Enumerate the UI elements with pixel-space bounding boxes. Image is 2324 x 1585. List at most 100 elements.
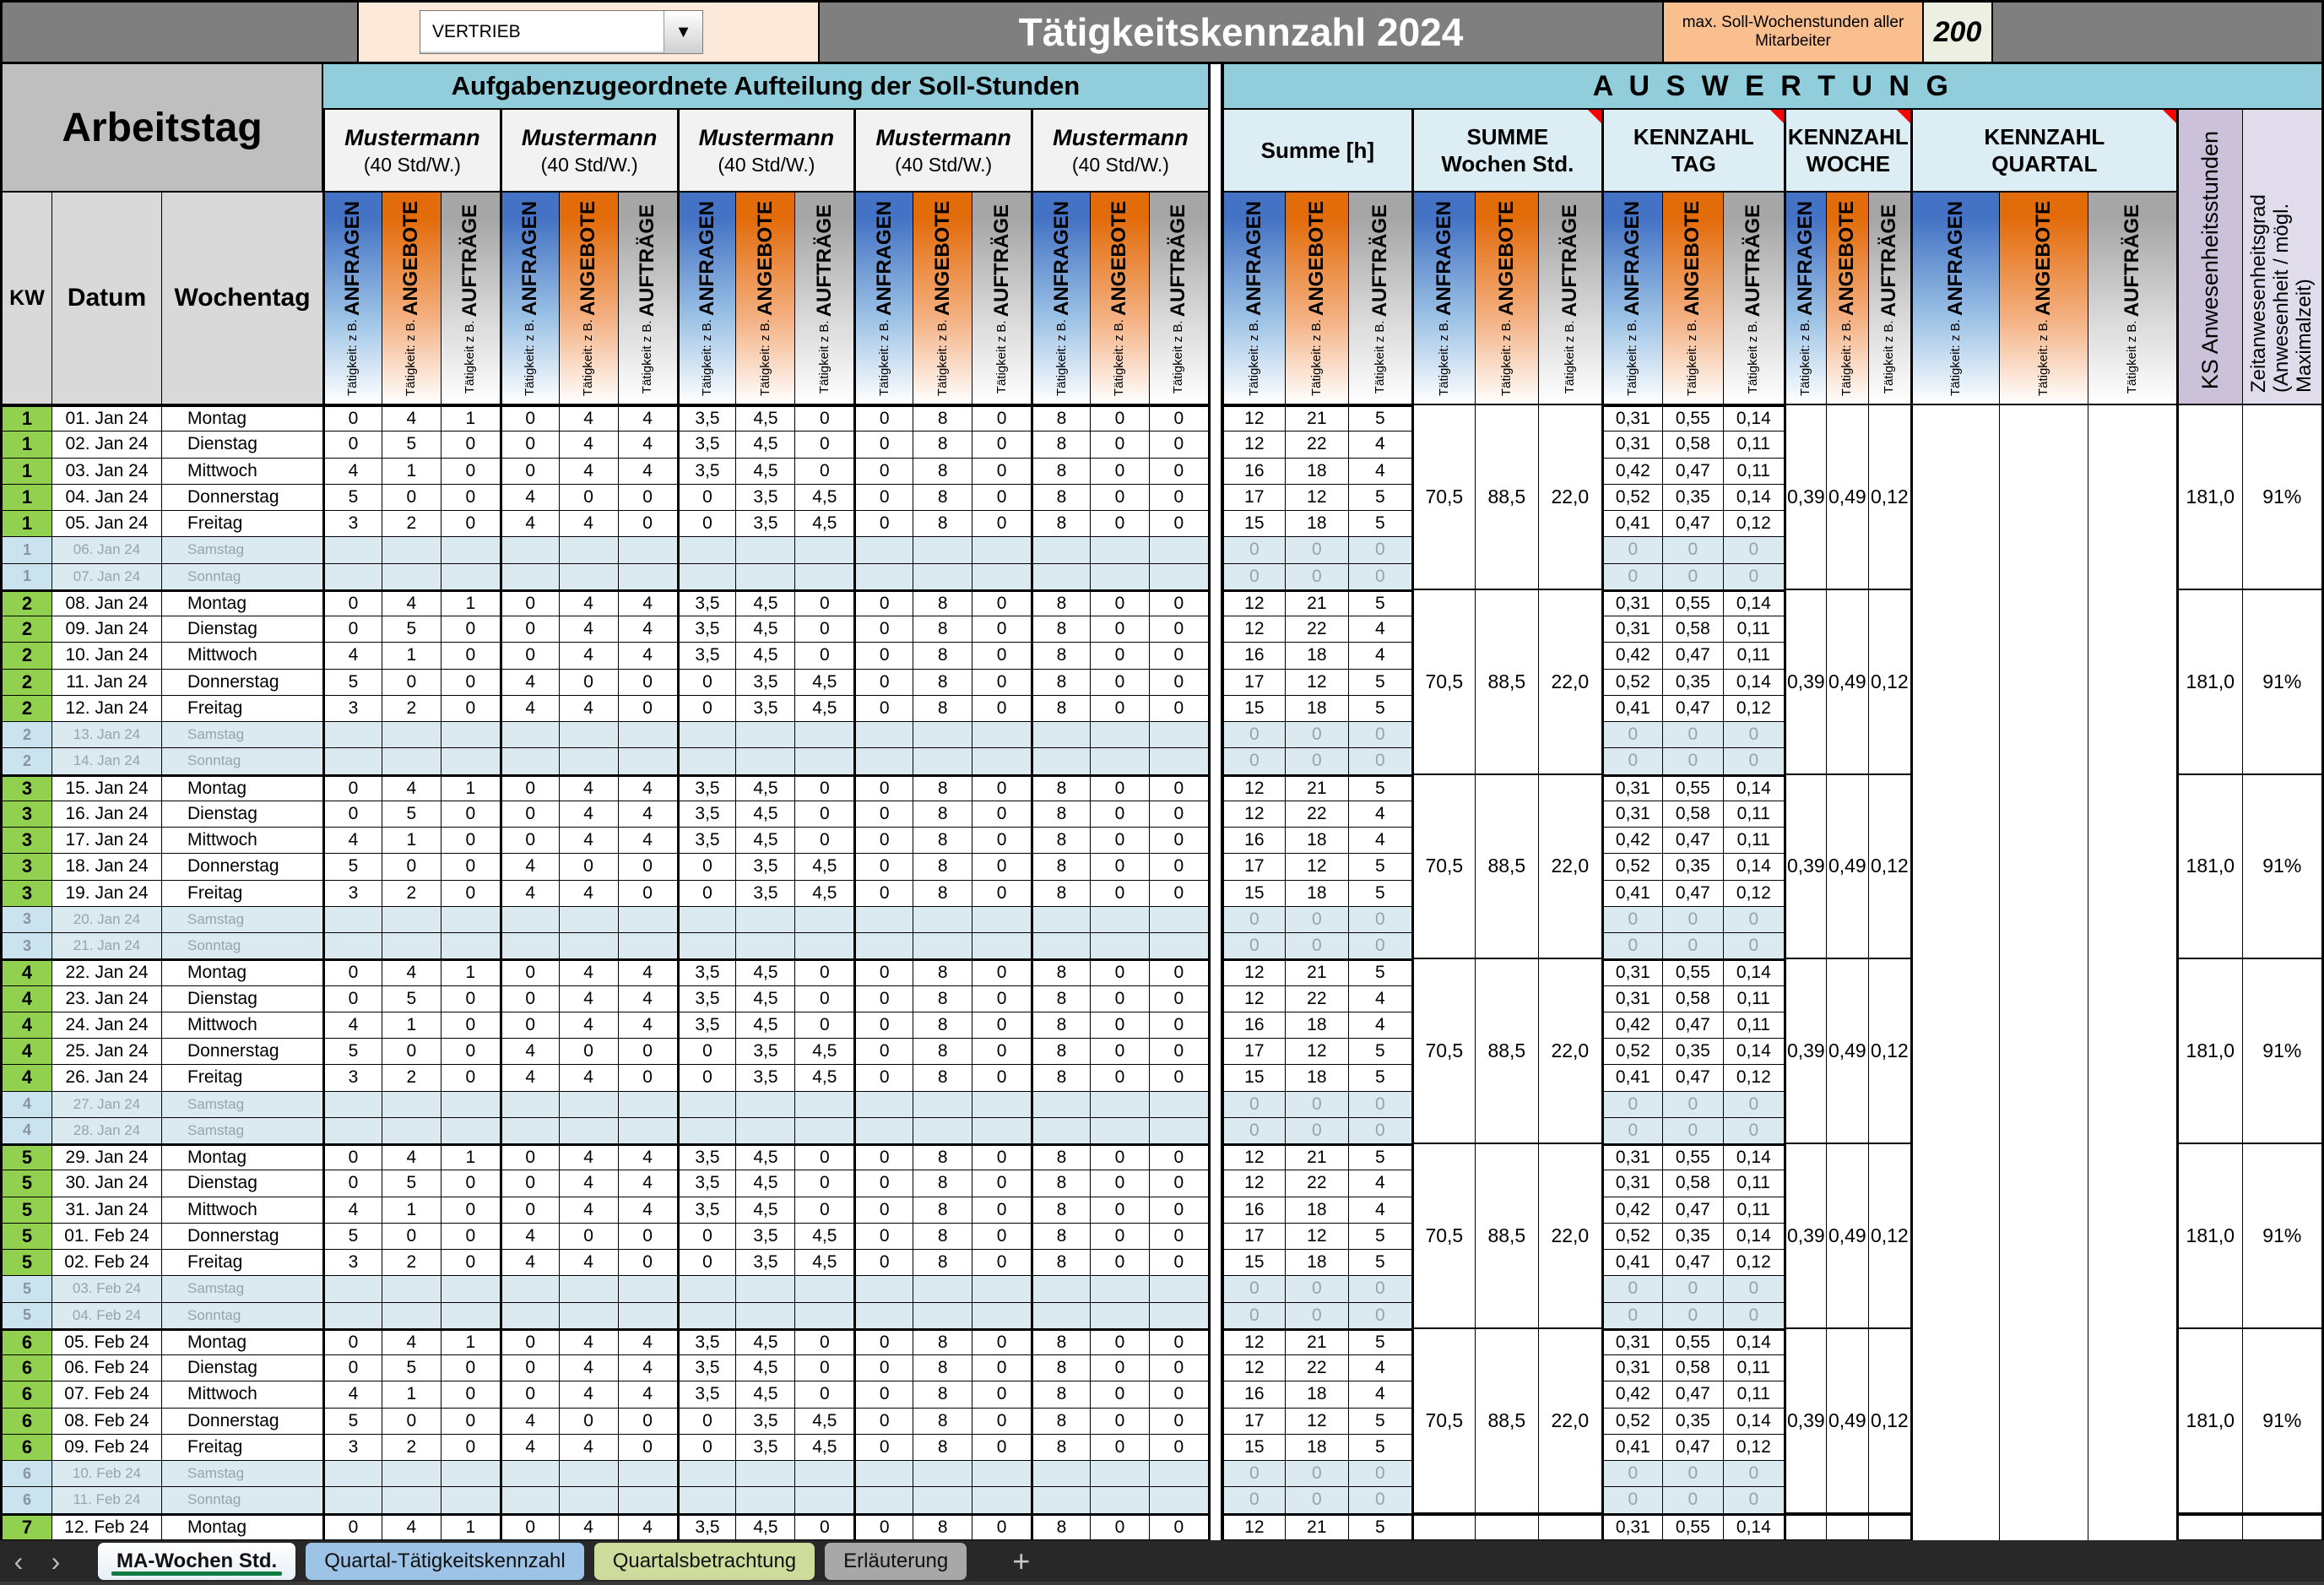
cell-kw[interactable]: 5: [0, 1170, 52, 1197]
cell-emp-value[interactable]: 0: [1150, 801, 1209, 828]
cell-emp-value[interactable]: 0: [323, 616, 382, 643]
cell-emp-value[interactable]: [382, 933, 442, 959]
cell-emp-value[interactable]: 8: [1032, 643, 1091, 669]
cell-emp-value[interactable]: 4,5: [736, 959, 795, 985]
cell-summe[interactable]: 12: [1222, 590, 1286, 616]
cell-emp-value[interactable]: 8: [1032, 459, 1091, 485]
cell-emp-value[interactable]: [382, 564, 442, 590]
cell-emp-value[interactable]: [913, 564, 972, 590]
cell-summe[interactable]: 0: [1349, 564, 1412, 590]
cell-kennzahl-tag[interactable]: 0: [1602, 1487, 1663, 1513]
cell-summe[interactable]: 18: [1286, 1197, 1349, 1224]
cell-kennzahl-tag[interactable]: 0,12: [1724, 696, 1785, 722]
cell-emp-value[interactable]: 3,5: [678, 405, 737, 432]
cell-emp-value[interactable]: 0: [442, 696, 501, 722]
cell-summe[interactable]: 4: [1349, 1012, 1412, 1039]
cell-emp-value[interactable]: [501, 1303, 560, 1329]
cell-emp-value[interactable]: [678, 1276, 737, 1302]
cell-day[interactable]: Montag: [162, 405, 323, 432]
cell-emp-value[interactable]: 0: [972, 801, 1032, 828]
cell-emp-value[interactable]: [795, 933, 854, 959]
cell-summe[interactable]: 0: [1286, 1487, 1349, 1513]
cell-kennzahl-tag[interactable]: 0: [1663, 1303, 1724, 1329]
cell-emp-value[interactable]: [382, 1118, 442, 1144]
cell-emp-value[interactable]: [1150, 748, 1209, 774]
cell-emp-value[interactable]: [501, 1118, 560, 1144]
cell-summe[interactable]: 17: [1222, 1039, 1286, 1065]
cell-kw[interactable]: 6: [0, 1409, 52, 1435]
cell-emp-value[interactable]: 0: [1150, 1065, 1209, 1091]
cell-kennzahl-tag[interactable]: 0,47: [1663, 1012, 1724, 1039]
cell-emp-value[interactable]: [678, 1461, 737, 1487]
cell-summe[interactable]: 5: [1349, 485, 1412, 511]
cell-emp-value[interactable]: 4: [501, 1250, 560, 1276]
week-summe-wochen[interactable]: [1476, 1514, 1539, 1540]
cell-emp-value[interactable]: 2: [382, 1435, 442, 1461]
cell-emp-value[interactable]: 0: [854, 854, 913, 880]
cell-emp-value[interactable]: 2: [382, 511, 442, 537]
week-summe-wochen[interactable]: 88,5: [1476, 590, 1539, 775]
cell-emp-value[interactable]: 0: [795, 1514, 854, 1540]
week-kennzahl-woche[interactable]: [1869, 1514, 1911, 1540]
cell-kennzahl-tag[interactable]: 0: [1724, 722, 1785, 748]
week-summe-wochen[interactable]: 70,5: [1412, 590, 1476, 775]
cell-emp-value[interactable]: 8: [913, 485, 972, 511]
cell-summe[interactable]: 4: [1349, 1381, 1412, 1408]
cell-emp-value[interactable]: 4: [560, 881, 619, 907]
cell-emp-value[interactable]: [1091, 1461, 1150, 1487]
cell-emp-value[interactable]: 4: [560, 1197, 619, 1224]
cell-emp-value[interactable]: 0: [442, 432, 501, 458]
cell-kennzahl-tag[interactable]: 0,31: [1602, 1170, 1663, 1197]
cell-kennzahl-tag[interactable]: 0,55: [1663, 959, 1724, 985]
cell-summe[interactable]: 12: [1286, 854, 1349, 880]
cell-summe[interactable]: 0: [1222, 537, 1286, 563]
cell-emp-value[interactable]: [382, 722, 442, 748]
cell-emp-value[interactable]: 8: [913, 1409, 972, 1435]
cell-emp-value[interactable]: 8: [913, 432, 972, 458]
cell-emp-value[interactable]: 4: [323, 1197, 382, 1224]
cell-kennzahl-tag[interactable]: 0,47: [1663, 1065, 1724, 1091]
cell-summe[interactable]: 4: [1349, 828, 1412, 854]
cell-emp-value[interactable]: 0: [972, 670, 1032, 696]
max-hours-value[interactable]: 200: [1924, 3, 1993, 62]
cell-kw[interactable]: 2: [0, 748, 52, 774]
cell-emp-value[interactable]: [736, 537, 795, 563]
cell-emp-value[interactable]: 4: [619, 405, 678, 432]
cell-emp-value[interactable]: 0: [1091, 1065, 1150, 1091]
cell-emp-value[interactable]: 0: [1150, 881, 1209, 907]
cell-emp-value[interactable]: [795, 1487, 854, 1513]
cell-emp-value[interactable]: 0: [1150, 1224, 1209, 1250]
cell-emp-value[interactable]: 0: [501, 643, 560, 669]
cell-emp-value[interactable]: 8: [913, 1329, 972, 1355]
cell-emp-value[interactable]: 4,5: [736, 616, 795, 643]
cell-emp-value[interactable]: 8: [1032, 405, 1091, 432]
cell-emp-value[interactable]: [854, 1303, 913, 1329]
cell-emp-value[interactable]: [736, 933, 795, 959]
cell-emp-value[interactable]: 4,5: [736, 801, 795, 828]
cell-emp-value[interactable]: [442, 1118, 501, 1144]
cell-kw[interactable]: 3: [0, 854, 52, 880]
cell-kw[interactable]: 2: [0, 590, 52, 616]
cell-emp-value[interactable]: 4: [619, 1012, 678, 1039]
cell-summe[interactable]: 22: [1286, 616, 1349, 643]
cell-emp-value[interactable]: 0: [854, 1039, 913, 1065]
cell-emp-value[interactable]: [382, 748, 442, 774]
cell-emp-value[interactable]: 2: [382, 1250, 442, 1276]
cell-emp-value[interactable]: 0: [1091, 1514, 1150, 1540]
cell-emp-value[interactable]: 0: [501, 405, 560, 432]
cell-summe[interactable]: 4: [1349, 1197, 1412, 1224]
cell-emp-value[interactable]: [382, 907, 442, 933]
cell-kennzahl-tag[interactable]: 0,12: [1724, 511, 1785, 537]
cell-kennzahl-tag[interactable]: 0,47: [1663, 643, 1724, 669]
cell-emp-value[interactable]: 0: [619, 1435, 678, 1461]
cell-emp-value[interactable]: 0: [854, 986, 913, 1012]
cell-emp-value[interactable]: 0: [854, 511, 913, 537]
cell-kennzahl-tag[interactable]: 0,41: [1602, 1435, 1663, 1461]
cell-kennzahl-tag[interactable]: 0,31: [1602, 1144, 1663, 1170]
cell-emp-value[interactable]: 4: [501, 1409, 560, 1435]
cell-kennzahl-tag[interactable]: 0,14: [1724, 1144, 1785, 1170]
cell-emp-value[interactable]: 8: [913, 1144, 972, 1170]
cell-emp-value[interactable]: 0: [442, 1435, 501, 1461]
cell-kennzahl-tag[interactable]: 0,52: [1602, 1224, 1663, 1250]
cell-emp-value[interactable]: [736, 1092, 795, 1118]
